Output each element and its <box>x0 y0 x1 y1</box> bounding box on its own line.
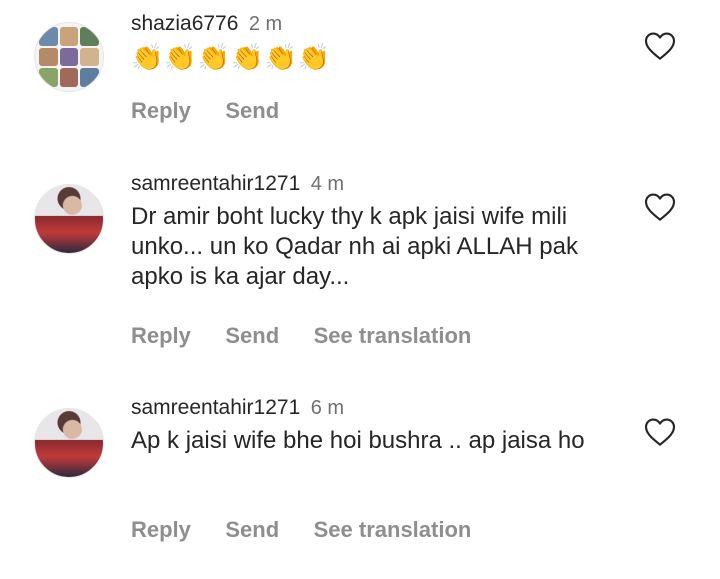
comment-text: Ap k jaisi wife bhe hoi bushra .. ap jai… <box>131 427 585 454</box>
avatar[interactable] <box>34 184 104 254</box>
reply-button[interactable]: Reply <box>131 98 191 124</box>
see-translation-button[interactable]: See translation <box>314 323 472 349</box>
reply-button[interactable]: Reply <box>131 323 191 349</box>
avatar[interactable] <box>34 22 104 92</box>
comment-item: samreentahir1271 6 m Ap k jaisi wife bhe… <box>0 380 720 579</box>
reply-button[interactable]: Reply <box>131 517 191 543</box>
comment-text: 👏👏👏👏👏👏 <box>131 42 332 72</box>
comment-timestamp: 4 m <box>310 173 345 195</box>
avatar[interactable] <box>34 408 104 478</box>
comment-username[interactable]: samreentahir1271 <box>131 396 300 419</box>
send-button[interactable]: Send <box>225 98 279 124</box>
comment-username[interactable]: samreentahir1271 <box>131 172 300 195</box>
comment-item: samreentahir1271 4 m Dr amir boht lucky … <box>0 150 720 380</box>
comment-text: Dr amir boht lucky thy k apk jaisi wife … <box>131 203 578 290</box>
heart-icon[interactable] <box>644 417 676 447</box>
comment-timestamp: 2 m <box>248 13 283 35</box>
comment-timestamp: 6 m <box>310 397 345 419</box>
send-button[interactable]: Send <box>225 517 279 543</box>
send-button[interactable]: Send <box>225 323 279 349</box>
heart-icon[interactable] <box>644 192 676 222</box>
comment-username[interactable]: shazia6776 <box>131 12 238 35</box>
heart-icon[interactable] <box>644 31 676 61</box>
see-translation-button[interactable]: See translation <box>314 517 472 543</box>
comment-item: shazia6776 2 m 👏👏👏👏👏👏 Reply Send <box>0 0 720 150</box>
